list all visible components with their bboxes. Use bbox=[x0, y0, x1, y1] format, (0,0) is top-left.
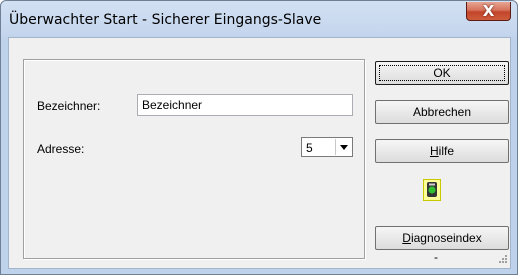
dialog-body: Bezeichner: Adresse: 5 OK Abbrechen Hilf… bbox=[8, 37, 511, 269]
chevron-down-icon[interactable] bbox=[335, 139, 351, 155]
diagnose-mnemonic: D bbox=[402, 231, 411, 245]
focus-rectangle bbox=[379, 65, 505, 81]
address-value: 5 bbox=[306, 141, 313, 155]
status-led bbox=[428, 186, 436, 194]
dialog-window: Überwachter Start - Sicherer Eingangs-Sl… bbox=[0, 0, 518, 275]
status-light-top bbox=[429, 183, 435, 186]
diagnose-index-button[interactable]: Diagnoseindex bbox=[375, 226, 509, 250]
close-icon: X bbox=[482, 2, 495, 20]
settings-group: Bezeichner: Adresse: 5 bbox=[23, 59, 365, 259]
ok-button[interactable]: OK bbox=[375, 61, 509, 85]
diagnose-label: iagnoseindex bbox=[410, 231, 482, 245]
help-mnemonic: H bbox=[429, 144, 439, 158]
address-select[interactable]: 5 bbox=[301, 137, 353, 157]
name-label: Bezeichner: bbox=[37, 99, 101, 113]
window-title: Überwachter Start - Sicherer Eingangs-Sl… bbox=[9, 12, 322, 28]
name-input[interactable] bbox=[137, 94, 353, 116]
close-button[interactable]: X bbox=[466, 2, 511, 21]
help-button[interactable]: Hilfe bbox=[375, 139, 509, 163]
resize-grip-icon[interactable] bbox=[496, 254, 508, 266]
title-bar[interactable]: Überwachter Start - Sicherer Eingangs-Sl… bbox=[1, 1, 517, 37]
cancel-label: Abbrechen bbox=[412, 105, 472, 119]
help-label: ilfe bbox=[438, 144, 454, 158]
address-label: Adresse: bbox=[37, 142, 85, 156]
cancel-button[interactable]: Abbrechen bbox=[375, 100, 509, 124]
diagnose-value: - bbox=[434, 250, 438, 264]
status-light-icon bbox=[423, 179, 441, 201]
